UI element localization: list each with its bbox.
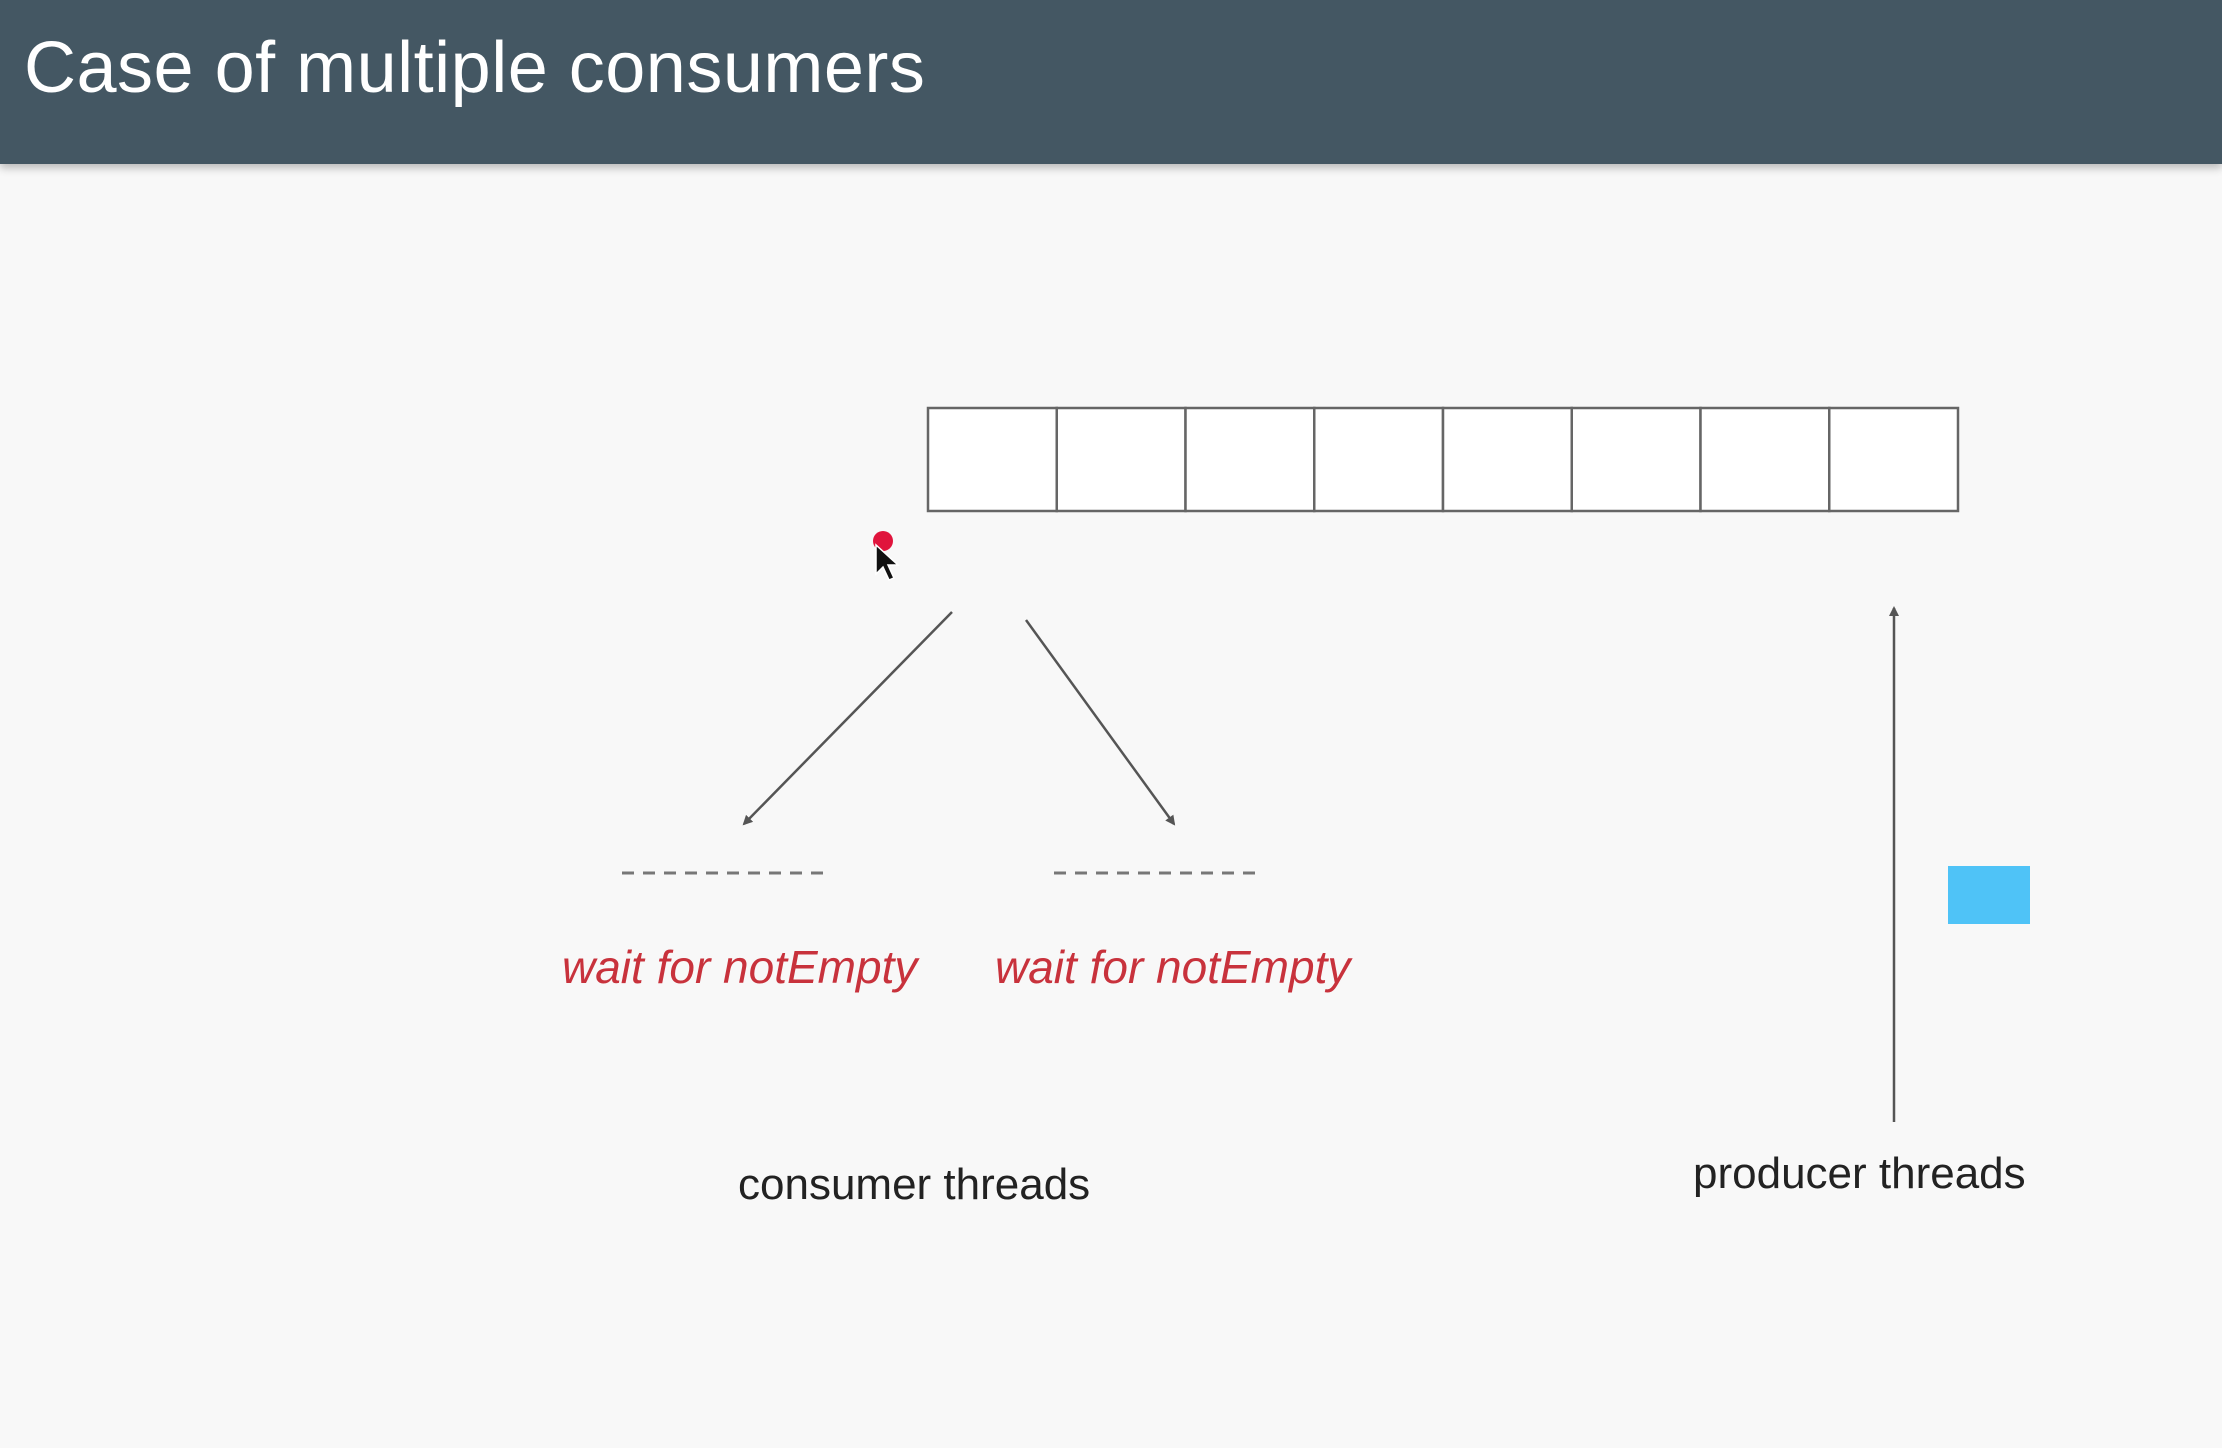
queue-slot (926, 406, 1058, 513)
consumer-status-left: wait for notEmpty (562, 941, 918, 993)
consumer-arrow-left (742, 611, 953, 826)
mouse-cursor-icon (875, 543, 900, 581)
queue-slot (1828, 406, 1960, 513)
queue-buffer (926, 406, 1960, 513)
consumer-arrow-right (1024, 619, 1176, 826)
queue-slot (1699, 406, 1831, 513)
queue-slot (1441, 406, 1573, 513)
queue-slot (1184, 406, 1316, 513)
queue-slot (1570, 406, 1702, 513)
producer-threads-label: producer threads (1693, 1149, 2026, 1198)
producer-item-block (1948, 866, 2030, 924)
queue-slot (1313, 406, 1445, 513)
diagram-canvas (622, 406, 2030, 1122)
consumer-threads-label: consumer threads (738, 1160, 1091, 1209)
queue-slot (1055, 406, 1187, 513)
consumer-status-right: wait for notEmpty (995, 941, 1351, 993)
